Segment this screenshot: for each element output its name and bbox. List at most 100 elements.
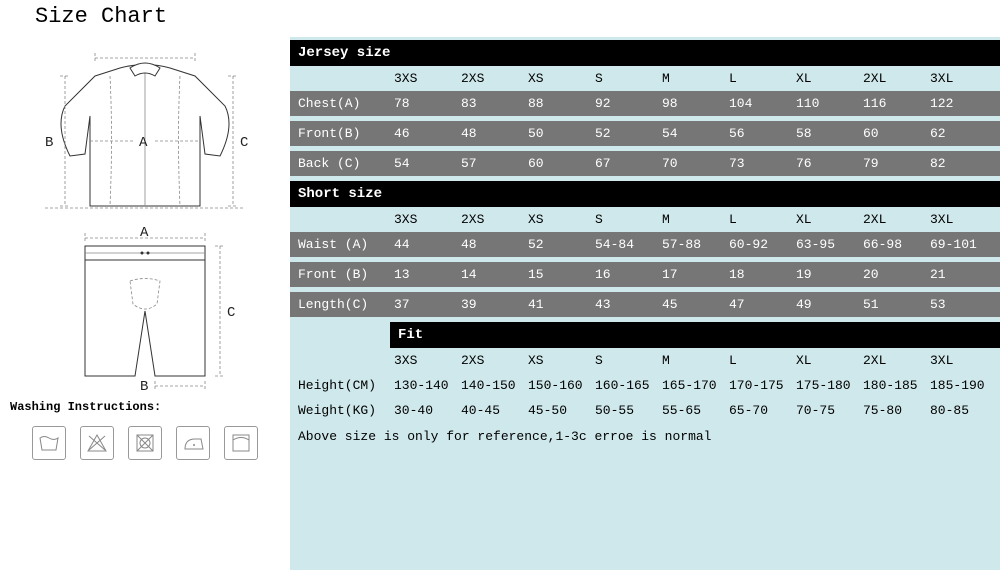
cell: 30-40 [390,398,457,423]
washing-instructions-label: Washing Instructions: [0,396,289,418]
cell: 16 [591,262,658,287]
row-label: Front(B) [290,121,390,146]
cell: 60-92 [725,232,792,257]
cell: 88 [524,91,591,116]
cell: 2XL [859,66,926,91]
cell: XL [792,66,859,91]
cell: 170-175 [725,373,792,398]
no-tumble-icon [128,426,162,460]
cell: 55-65 [658,398,725,423]
row-label [290,207,390,232]
cell: 78 [390,91,457,116]
wash-icons-row [20,418,270,468]
cell: 52 [524,232,591,257]
cell: 50-55 [591,398,658,423]
cell: 75-80 [859,398,926,423]
shorts-diagram: A C B [45,226,245,396]
jersey-dim-b: B [45,135,53,151]
no-bleach-icon [80,426,114,460]
cell: 46 [390,121,457,146]
cell: 60 [524,151,591,176]
cell: 57 [457,151,524,176]
wash-basin-icon [32,426,66,460]
cell: 65-70 [725,398,792,423]
short-dim-a: A [140,226,149,241]
row-label: Length(C) [290,292,390,317]
cell: 70 [658,151,725,176]
size-header-row: 3XS2XSXSSMLXL2XL3XL [290,348,1000,373]
cell: 83 [457,91,524,116]
footnote: Above size is only for reference,1-3c er… [290,423,1000,450]
cell: 37 [390,292,457,317]
cell: 54-84 [591,232,658,257]
cell: 52 [591,121,658,146]
table-row: Back (C)545760677073767982 [290,151,1000,176]
cell: 2XS [457,348,524,373]
cell: 49 [792,292,859,317]
cell: 2XS [457,207,524,232]
cell: 2XS [457,66,524,91]
jersey-diagram: A B C [35,46,255,226]
cell: M [658,348,725,373]
cell: 56 [725,121,792,146]
jersey-dim-a: A [139,135,148,151]
cell: 2XL [859,207,926,232]
cell: 53 [926,292,993,317]
cell: S [591,348,658,373]
cell: 21 [926,262,993,287]
cell: S [591,66,658,91]
cell: 14 [457,262,524,287]
cell: 54 [390,151,457,176]
cell: 18 [725,262,792,287]
cell: XL [792,348,859,373]
cell: 13 [390,262,457,287]
short-dim-c: C [227,305,235,321]
cell: 79 [859,151,926,176]
cell: 2XL [859,348,926,373]
size-header-row: 3XS2XSXSSMLXL2XL3XL [290,66,1000,91]
cell: 73 [725,151,792,176]
cell: 3XS [390,66,457,91]
jersey-dim-c: C [240,135,248,151]
cell: 110 [792,91,859,116]
cell: 17 [658,262,725,287]
table-row: Chest(A)7883889298104110116122 [290,91,1000,116]
cell: 116 [859,91,926,116]
cell: L [725,348,792,373]
cell: 130-140 [390,373,457,398]
cell: 122 [926,91,993,116]
short-dim-b: B [140,379,148,395]
cell: 76 [792,151,859,176]
cell: 3XL [926,66,993,91]
cell: 175-180 [792,373,859,398]
left-column: A B C A [0,36,290,570]
diagrams: A B C A [0,36,289,478]
page-title: Size Chart [0,0,1000,37]
cell: 104 [725,91,792,116]
cell: 3XL [926,348,993,373]
cell: 58 [792,121,859,146]
cell: 180-185 [859,373,926,398]
cell: 140-150 [457,373,524,398]
iron-icon [176,426,210,460]
row-label: Waist (A) [290,232,390,257]
cell: 57-88 [658,232,725,257]
cell: 20 [859,262,926,287]
cell: 67 [591,151,658,176]
cell: 44 [390,232,457,257]
cell: 39 [457,292,524,317]
cell: 45 [658,292,725,317]
cell: 51 [859,292,926,317]
row-label: Weight(KG) [290,398,390,423]
cell: 98 [658,91,725,116]
cell: 165-170 [658,373,725,398]
cell: 47 [725,292,792,317]
cell: 3XS [390,207,457,232]
cell: 43 [591,292,658,317]
cell: 45-50 [524,398,591,423]
cell: M [658,207,725,232]
section-header: Fit [390,322,1000,348]
row-label: Chest(A) [290,91,390,116]
cell: 69-101 [926,232,993,257]
cell: 40-45 [457,398,524,423]
